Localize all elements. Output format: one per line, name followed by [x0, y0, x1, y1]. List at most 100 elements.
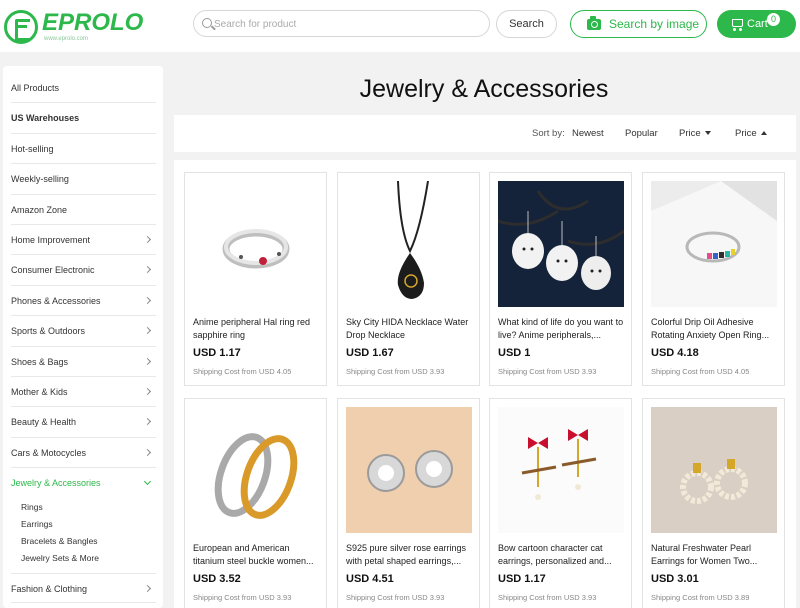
product-card[interactable]: Natural Freshwater Pearl Earrings for Wo…	[642, 398, 785, 608]
camera-icon	[587, 16, 601, 30]
product-shipping: Shipping Cost from USD 3.93	[498, 593, 597, 602]
top-header: EPROLO www.eprolo.com Search Search by i…	[0, 0, 800, 52]
sidebar-item-amazon-zone[interactable]: Amazon Zone	[11, 195, 156, 225]
product-name[interactable]: Anime peripheral Hal ring red sapphire r…	[193, 316, 320, 343]
chevron-right-icon	[143, 296, 152, 304]
sort-price-label: Price	[735, 128, 757, 139]
sort-popular[interactable]: Popular	[625, 128, 658, 139]
sort-price-desc[interactable]: Price	[679, 128, 711, 139]
sidebar-item-sports-outdoors[interactable]: Sports & Outdoors	[11, 316, 156, 347]
search-input[interactable]	[214, 15, 474, 33]
chevron-right-icon	[143, 327, 152, 335]
search-by-image-label: Search by image	[609, 17, 700, 31]
sidebar-item-label: Sports & Outdoors	[11, 326, 86, 337]
caret-down-icon	[704, 131, 711, 136]
sidebar-item-all-products[interactable]: All Products	[11, 73, 156, 104]
sort-newest[interactable]: Newest	[572, 128, 604, 139]
chevron-right-icon	[143, 418, 152, 426]
subcategory-bracelets-bangles[interactable]: Bracelets & Bangles	[21, 536, 98, 546]
product-price: USD 1.17	[498, 573, 546, 585]
sidebar-item-beauty-health[interactable]: Beauty & Health	[11, 407, 156, 438]
search-by-image-button[interactable]: Search by image	[570, 10, 707, 38]
chevron-right-icon	[143, 584, 152, 593]
eprolo-logo[interactable]: EPROLO www.eprolo.com	[4, 6, 144, 44]
sidebar-item-fashion-clothing[interactable]: Fashion & Clothing	[11, 573, 156, 604]
sidebar-item-weekly-selling[interactable]: Weekly-selling	[11, 164, 156, 195]
chevron-right-icon	[143, 448, 152, 456]
sidebar-item-label: All Products	[11, 83, 60, 93]
subcategory-rings[interactable]: Rings	[21, 502, 43, 512]
product-image[interactable]	[498, 407, 624, 533]
sidebar-item-label: Consumer Electronic	[11, 265, 95, 276]
subcategory-earrings[interactable]: Earrings	[21, 519, 53, 529]
product-name[interactable]: Colorful Drip Oil Adhesive Rotating Anxi…	[651, 316, 778, 343]
product-shipping: Shipping Cost from USD 4.05	[651, 367, 750, 376]
search-box	[193, 10, 490, 37]
product-card[interactable]: Bow cartoon character cat earrings, pers…	[489, 398, 632, 608]
sidebar-item-label: Amazon Zone	[11, 204, 68, 215]
product-price: USD 1	[498, 347, 531, 359]
sidebar-item-consumer-electronic[interactable]: Consumer Electronic	[11, 255, 156, 286]
sidebar-item-mother-kids[interactable]: Mother & Kids	[11, 377, 156, 408]
product-image[interactable]	[193, 181, 319, 307]
product-card[interactable]: European and American titanium steel buc…	[184, 398, 327, 608]
product-image[interactable]	[346, 407, 472, 533]
product-card[interactable]: Anime peripheral Hal ring red sapphire r…	[184, 172, 327, 386]
product-image[interactable]	[651, 181, 777, 307]
sidebar-item-home-improvement[interactable]: Home Improvement	[11, 225, 156, 256]
chevron-right-icon	[143, 235, 152, 244]
product-card[interactable]: Colorful Drip Oil Adhesive Rotating Anxi…	[642, 172, 785, 386]
sidebar-item-label: Mother & Kids	[11, 387, 68, 397]
product-card[interactable]: Sky City HIDA Necklace Water Drop Neckla…	[337, 172, 480, 386]
chevron-right-icon	[143, 387, 152, 396]
product-name[interactable]: Sky City HIDA Necklace Water Drop Neckla…	[346, 316, 473, 343]
chevron-right-icon	[143, 266, 152, 274]
product-name[interactable]: Bow cartoon character cat earrings, pers…	[498, 542, 625, 569]
logo-subtext: www.eprolo.com	[44, 36, 89, 42]
cart-count-badge: 0	[767, 13, 780, 26]
product-image[interactable]	[346, 181, 472, 307]
search-button[interactable]: Search	[496, 10, 557, 38]
product-image[interactable]	[651, 407, 777, 533]
product-price: USD 1.17	[193, 347, 241, 359]
product-card[interactable]: S925 pure silver rose earrings with peta…	[337, 398, 480, 608]
cart-label: Cart	[747, 18, 768, 30]
sort-bar: Sort by: Newest Popular Price Price	[174, 115, 796, 152]
logo-mark-icon	[4, 10, 38, 44]
cart-icon	[732, 19, 743, 31]
sidebar-item-label: Weekly-selling	[11, 174, 69, 185]
product-name[interactable]: What kind of life do you want to live? A…	[498, 316, 625, 343]
sidebar-item-label: Fashion & Clothing	[11, 584, 88, 594]
product-price: USD 4.51	[346, 573, 394, 585]
product-image[interactable]	[498, 181, 624, 307]
product-image[interactable]	[193, 407, 319, 533]
product-name[interactable]: S925 pure silver rose earrings with peta…	[346, 542, 473, 569]
product-shipping: Shipping Cost from USD 3.93	[193, 593, 292, 602]
product-name[interactable]: Natural Freshwater Pearl Earrings for Wo…	[651, 542, 778, 569]
sort-by-label: Sort by:	[532, 128, 565, 139]
product-name[interactable]: European and American titanium steel buc…	[193, 542, 320, 569]
sidebar-item-cars-motocycles[interactable]: Cars & Motocycles	[11, 438, 156, 469]
product-shipping: Shipping Cost from USD 3.93	[498, 367, 597, 376]
sidebar-item-label: US Warehouses	[11, 113, 80, 124]
product-shipping: Shipping Cost from USD 3.89	[651, 593, 750, 602]
sidebar-item-us-warehouses[interactable]: US Warehouses	[11, 103, 156, 134]
sidebar-item-hot-selling[interactable]: Hot-selling	[11, 134, 156, 165]
sidebar-item-phones-accessories[interactable]: Phones & Accessories	[11, 286, 156, 317]
category-sidebar: All Products US Warehouses Hot-selling W…	[3, 66, 163, 608]
logo-text: EPROLO	[42, 9, 144, 36]
sidebar-item-shoes-bags[interactable]: Shoes & Bags	[11, 347, 156, 377]
chevron-down-icon	[143, 478, 152, 486]
subcategory-jewelry-sets[interactable]: Jewelry Sets & More	[21, 553, 99, 563]
product-card[interactable]: What kind of life do you want to live? A…	[489, 172, 632, 386]
sort-price-asc[interactable]: Price	[735, 128, 767, 139]
sort-price-label: Price	[679, 128, 701, 139]
sidebar-item-label: Phones & Accessories	[11, 295, 101, 306]
product-grid: Anime peripheral Hal ring red sapphire r…	[174, 160, 796, 608]
chevron-right-icon	[143, 357, 152, 365]
product-price: USD 3.52	[193, 573, 241, 585]
search-icon	[202, 18, 212, 28]
product-price: USD 1.67	[346, 347, 394, 359]
cart-button[interactable]: Cart 0	[717, 10, 796, 38]
sidebar-item-jewelry-accessories[interactable]: Jewelry & Accessories	[11, 468, 156, 498]
